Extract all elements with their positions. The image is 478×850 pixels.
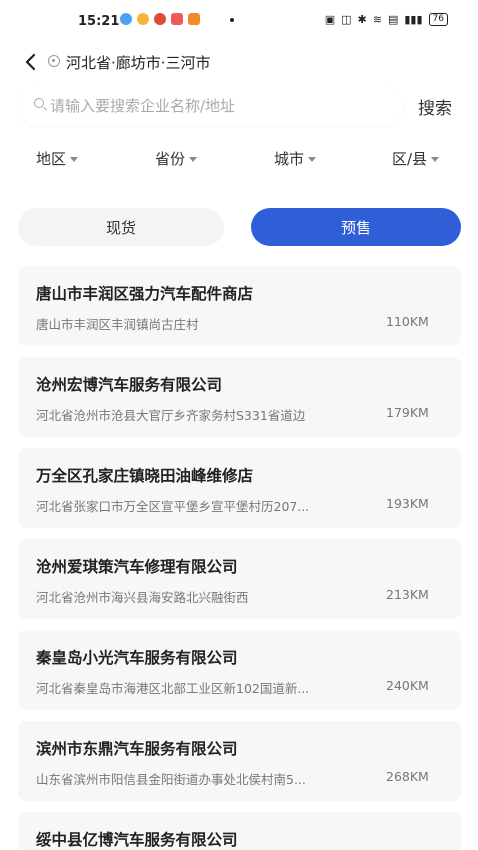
search-button[interactable]: 搜索: [418, 94, 452, 119]
app-notification-icon: [120, 13, 132, 25]
store-card[interactable]: 滨州市东鼎汽车服务有限公司 山东省滨州市阳信县金阳街道办事处北侯村南5... 2…: [18, 721, 461, 801]
wifi-icon: ≋: [372, 13, 382, 26]
filter-district[interactable]: 区/县: [392, 148, 440, 169]
store-name: 滨州市东鼎汽车服务有限公司: [36, 740, 238, 758]
chevron-down-icon: [431, 157, 440, 162]
store-address: 河北省秦皇岛市海港区北部工业区新102国道新...: [36, 681, 310, 696]
store-name: 秦皇岛小光汽车服务有限公司: [36, 649, 238, 667]
filter-city[interactable]: 城市: [274, 148, 317, 169]
stock-type-toggle: 现货 预售: [18, 208, 461, 246]
tab-presale[interactable]: 预售: [251, 208, 461, 246]
store-name: 沧州宏博汽车服务有限公司: [36, 376, 223, 394]
store-card[interactable]: 沧州宏博汽车服务有限公司 河北省沧州市沧县大官厅乡齐家务村S331省道边 179…: [18, 357, 461, 437]
store-distance: 179KM: [386, 405, 429, 420]
store-name: 绥中县亿博汽车服务有限公司: [36, 831, 238, 849]
chevron-down-icon: [308, 157, 317, 162]
bluetooth-icon: ✱: [357, 13, 367, 26]
app-notification-icon: [154, 13, 166, 25]
hd-icon: ▤: [387, 13, 399, 26]
store-name: 沧州爱琪策汽车修理有限公司: [36, 558, 238, 576]
store-address: 河北省张家口市万全区宣平堡乡宣平堡村历207...: [36, 499, 310, 514]
filter-label: 区/县: [392, 150, 428, 168]
nfc-icon: ▣: [324, 13, 336, 26]
notification-icons: [120, 13, 200, 25]
store-card[interactable]: 唐山市丰润区强力汽车配件商店 唐山市丰润区丰润镇尚古庄村 110KM: [18, 266, 461, 346]
store-address: 河北省沧州市沧县大官厅乡齐家务村S331省道边: [36, 408, 306, 423]
status-time: 15:21: [78, 14, 120, 29]
filter-label: 地区: [36, 150, 67, 168]
current-location[interactable]: 河北省·廊坊市·三河市: [66, 52, 211, 73]
status-bar: 15:21 ▣ ◫ ✱ ≋ ▤ ▮▮▮ 76: [0, 0, 478, 44]
app-notification-icon: [171, 13, 183, 25]
chevron-down-icon: [70, 157, 79, 162]
store-distance: 110KM: [386, 314, 429, 329]
app-notification-icon: [137, 13, 149, 25]
app-notification-icon: [188, 13, 200, 25]
vibrate-icon: ◫: [341, 13, 352, 26]
store-card[interactable]: 绥中县亿博汽车服务有限公司: [18, 812, 461, 850]
store-name: 唐山市丰润区强力汽车配件商店: [36, 285, 254, 303]
store-card[interactable]: 万全区孔家庄镇晓田油峰维修店 河北省张家口市万全区宣平堡乡宣平堡村历207...…: [18, 448, 461, 528]
store-card[interactable]: 秦皇岛小光汽车服务有限公司 河北省秦皇岛市海港区北部工业区新102国道新... …: [18, 630, 461, 710]
store-address: 唐山市丰润区丰润镇尚古庄村: [36, 317, 199, 332]
store-distance: 213KM: [386, 587, 429, 602]
chevron-down-icon: [189, 157, 198, 162]
nav-row: 河北省·廊坊市·三河市: [0, 44, 478, 80]
battery-icon: 76: [428, 13, 448, 26]
signal-icon: ▮▮▮: [404, 13, 423, 26]
store-distance: 240KM: [386, 678, 429, 693]
search-icon: [34, 98, 44, 108]
filter-row: 地区 省份 城市 区/县: [0, 148, 478, 174]
filter-region[interactable]: 地区: [36, 148, 79, 169]
store-address: 山东省滨州市阳信县金阳街道办事处北侯村南5...: [36, 772, 306, 787]
location-pin-icon: [48, 55, 60, 67]
more-notifications-dot: [230, 18, 234, 22]
tab-in-stock[interactable]: 现货: [18, 208, 224, 246]
filter-label: 省份: [155, 150, 186, 168]
search-placeholder[interactable]: 请输入要搜索企业名称/地址: [50, 95, 235, 116]
store-distance: 193KM: [386, 496, 429, 511]
store-address: 河北省沧州市海兴县海安路北兴融街西: [36, 590, 249, 605]
store-name: 万全区孔家庄镇晓田油峰维修店: [36, 467, 254, 485]
filter-label: 城市: [274, 150, 305, 168]
system-status-icons: ▣ ◫ ✱ ≋ ▤ ▮▮▮ 76: [325, 13, 448, 26]
store-card[interactable]: 沧州爱琪策汽车修理有限公司 河北省沧州市海兴县海安路北兴融街西 213KM: [18, 539, 461, 619]
store-distance: 268KM: [386, 769, 429, 784]
filter-province[interactable]: 省份: [155, 148, 198, 169]
back-arrow-icon[interactable]: [22, 52, 40, 72]
